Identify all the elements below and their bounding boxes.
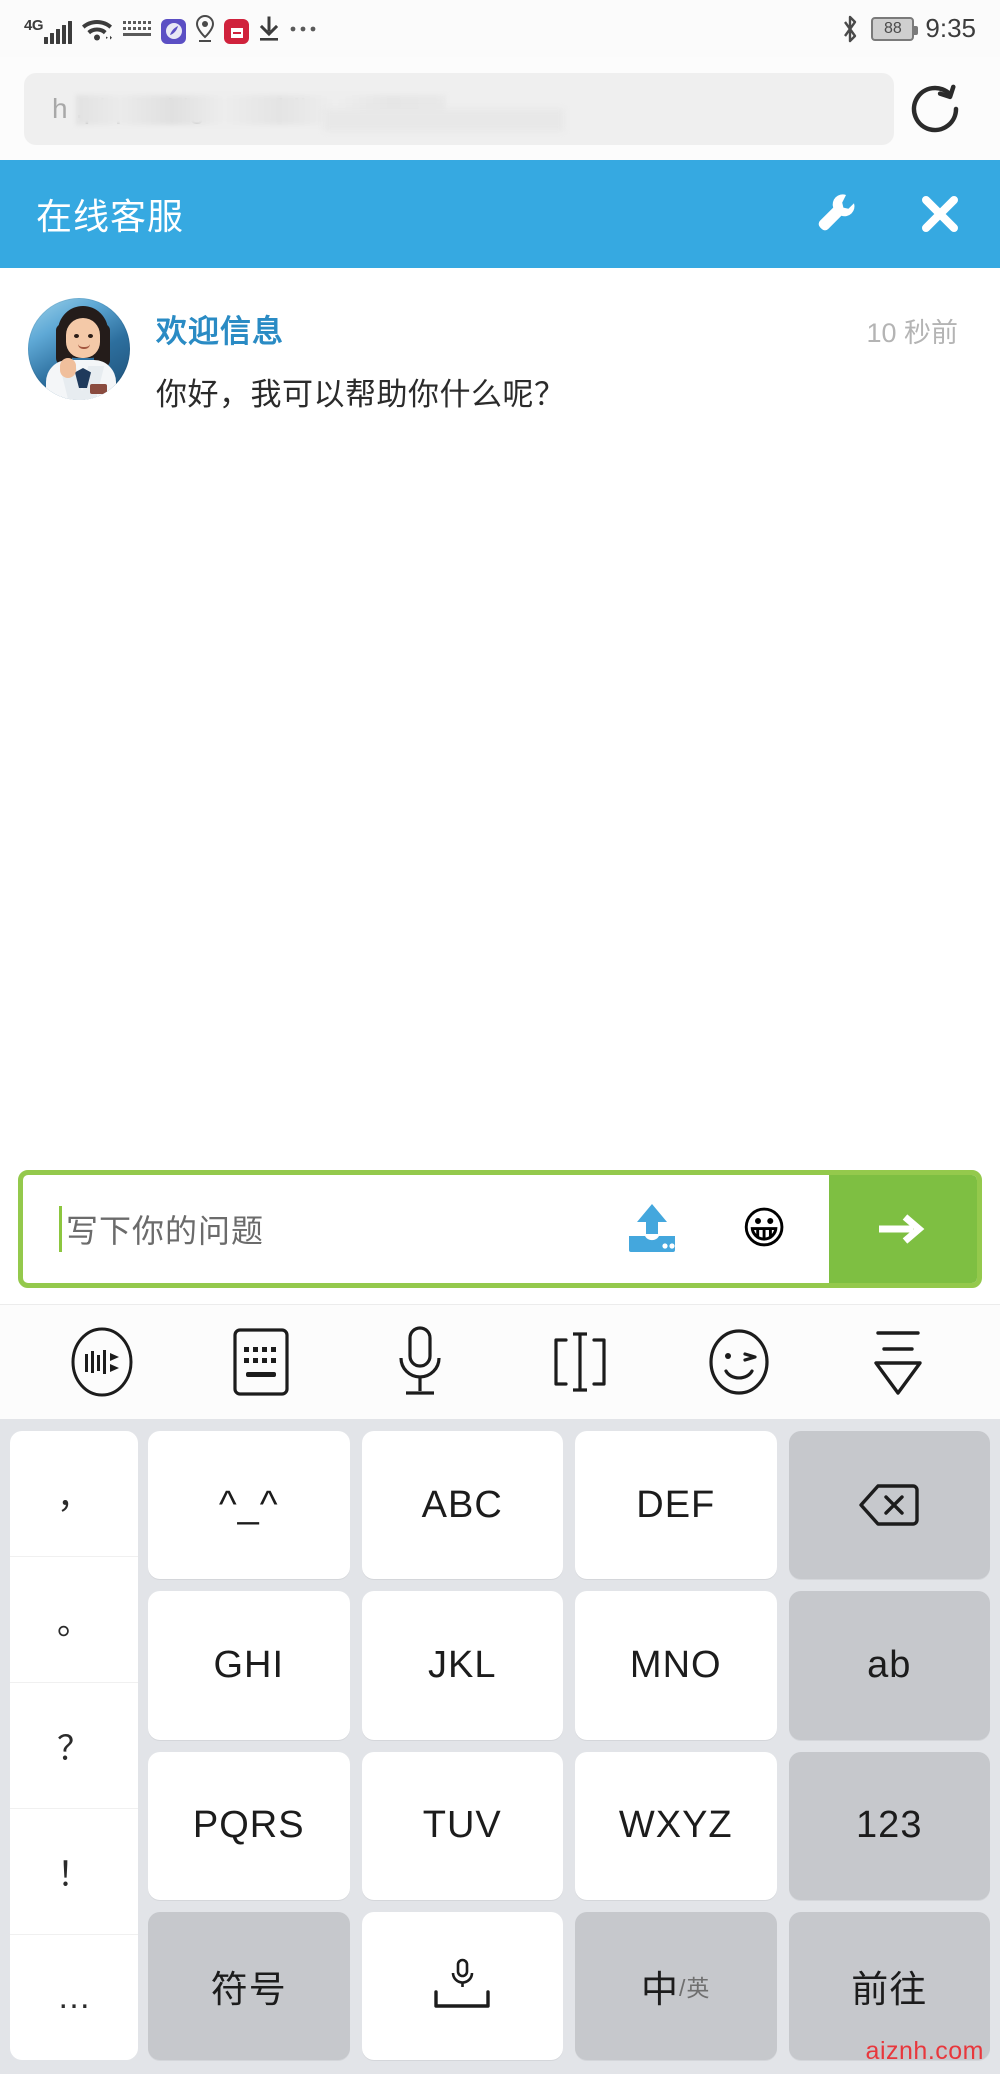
status-bar-left-icons: 4G — [24, 14, 317, 44]
reload-icon — [911, 84, 959, 132]
keyboard-row: ^_^ ABC DEF — [148, 1431, 990, 1580]
microphone-icon[interactable] — [377, 1319, 463, 1405]
key-mno[interactable]: MNO — [575, 1591, 777, 1740]
send-button[interactable] — [829, 1175, 977, 1283]
download-icon — [258, 14, 280, 44]
clock-label: 9:35 — [925, 13, 976, 43]
smiley-icon[interactable] — [696, 1319, 782, 1405]
chat-message-sender: 欢迎信息 — [156, 314, 284, 349]
virtual-keyboard: ， 。 ？ ！ … ^_^ ABC DEF GHI JKL MNO ab PQR… — [0, 1419, 1000, 2074]
key-period[interactable]: 。 — [10, 1557, 138, 1683]
more-dots-icon — [289, 14, 317, 44]
keyboard-icon[interactable] — [218, 1319, 304, 1405]
key-lang-secondary: /英 — [679, 1974, 711, 2001]
chat-header: 在线客服 — [0, 160, 1000, 268]
key-wxyz[interactable]: WXYZ — [575, 1751, 777, 1900]
chat-message-content: 欢迎信息 10 秒前 你好，我可以帮助你什么呢？ — [156, 298, 972, 414]
keyboard-main-grid: ^_^ ABC DEF GHI JKL MNO ab PQRS TUV WXYZ… — [148, 1431, 990, 2060]
key-123[interactable]: 123 — [788, 1751, 990, 1900]
key-kaomoji[interactable]: ^_^ — [148, 1431, 350, 1580]
status-bar-right-icons: 88 9:35 — [840, 13, 976, 44]
location-icon — [195, 14, 215, 44]
page-title: 在线客服 — [36, 196, 185, 237]
key-jkl[interactable]: JKL — [361, 1591, 563, 1740]
emoji-button[interactable]: 😀 — [741, 1207, 787, 1251]
chat-message-timestamp: 10 秒前 — [866, 318, 958, 348]
chat-header-actions — [812, 190, 964, 238]
battery-icon: 88 — [871, 16, 919, 41]
phone-screen: 4G 88 9:35 h 在线客服 欢迎信息 10 秒前 你好，我可以帮助你什么… — [0, 0, 1000, 2074]
key-lang-primary: 中 — [641, 1968, 680, 2010]
battery-percent-label: 88 — [883, 19, 902, 37]
upload-button[interactable] — [621, 1200, 683, 1258]
ime-toolbar — [0, 1304, 1000, 1419]
chat-message: 欢迎信息 10 秒前 你好，我可以帮助你什么呢？ — [0, 268, 1000, 414]
chat-message-header: 欢迎信息 10 秒前 — [156, 306, 972, 351]
text-caret — [59, 1206, 62, 1252]
punctuation-column: ， 。 ？ ！ … — [10, 1431, 138, 2060]
url-input[interactable]: h .php?widget-mobile — [24, 72, 894, 145]
key-space[interactable] — [361, 1911, 563, 2060]
key-symbols-label: 符号 — [210, 1968, 287, 2010]
message-input[interactable]: 写下你的问题 — [23, 1175, 621, 1283]
keyboard-row: GHI JKL MNO ab — [148, 1591, 990, 1740]
space-mic-icon — [434, 1958, 490, 2008]
browser-toolbar: h .php?widget-mobile — [0, 57, 1000, 160]
key-ghi[interactable]: GHI — [148, 1591, 350, 1740]
close-icon — [922, 196, 958, 232]
collapse-keyboard-icon[interactable] — [855, 1319, 941, 1405]
backspace-icon — [859, 1484, 919, 1526]
keyboard-row: PQRS TUV WXYZ 123 — [148, 1751, 990, 1900]
key-lang-toggle[interactable]: 中/英 — [575, 1911, 777, 2060]
key-symbols: 符号 — [148, 1911, 350, 2060]
watermark: aiznh.com — [865, 2037, 984, 2065]
key-abc[interactable]: ABC — [361, 1431, 563, 1580]
network-type-label: 4G — [24, 16, 44, 34]
message-input-actions: 😀 — [621, 1175, 829, 1283]
keyboard-row: 符号 中/英 前往 — [148, 1911, 990, 2060]
bluetooth-icon — [840, 14, 860, 44]
key-go-label: 前往 — [851, 1968, 928, 2010]
chat-message-text: 你好，我可以帮助你什么呢？ — [156, 377, 566, 412]
key-tuv[interactable]: TUV — [361, 1751, 563, 1900]
signal-icon: 4G — [24, 16, 73, 44]
key-backspace[interactable] — [788, 1431, 990, 1580]
shopping-bag-icon — [224, 18, 250, 44]
reload-button[interactable] — [894, 68, 976, 150]
message-input-placeholder: 写下你的问题 — [66, 1213, 265, 1249]
upload-icon — [629, 1204, 676, 1252]
app-purple-icon — [161, 18, 187, 44]
message-input-bar: 写下你的问题 😀 — [0, 1154, 1000, 1304]
iflytek-logo-icon[interactable] — [59, 1319, 145, 1405]
message-input-shell: 写下你的问题 😀 — [18, 1170, 982, 1288]
key-ellipsis[interactable]: … — [10, 1935, 138, 2060]
wifi-icon — [81, 14, 113, 44]
send-arrow-icon — [879, 1214, 925, 1244]
chat-message-list[interactable]: 欢迎信息 10 秒前 你好，我可以帮助你什么呢？ — [0, 268, 1000, 1152]
avatar — [28, 298, 130, 400]
close-button[interactable] — [916, 190, 964, 238]
status-bar: 4G 88 9:35 — [0, 0, 1000, 57]
key-exclamation[interactable]: ！ — [10, 1809, 138, 1935]
key-question[interactable]: ？ — [10, 1683, 138, 1809]
text-cursor-icon[interactable] — [537, 1319, 623, 1405]
key-def[interactable]: DEF — [575, 1431, 777, 1580]
keyboard-icon — [122, 14, 152, 44]
url-redaction-blur-2 — [324, 108, 564, 131]
settings-button[interactable] — [812, 190, 860, 238]
key-comma[interactable]: ， — [10, 1431, 138, 1557]
wrench-icon — [818, 194, 855, 231]
key-pqrs[interactable]: PQRS — [148, 1751, 350, 1900]
signal-bars — [44, 20, 73, 44]
key-ab[interactable]: ab — [788, 1591, 990, 1740]
